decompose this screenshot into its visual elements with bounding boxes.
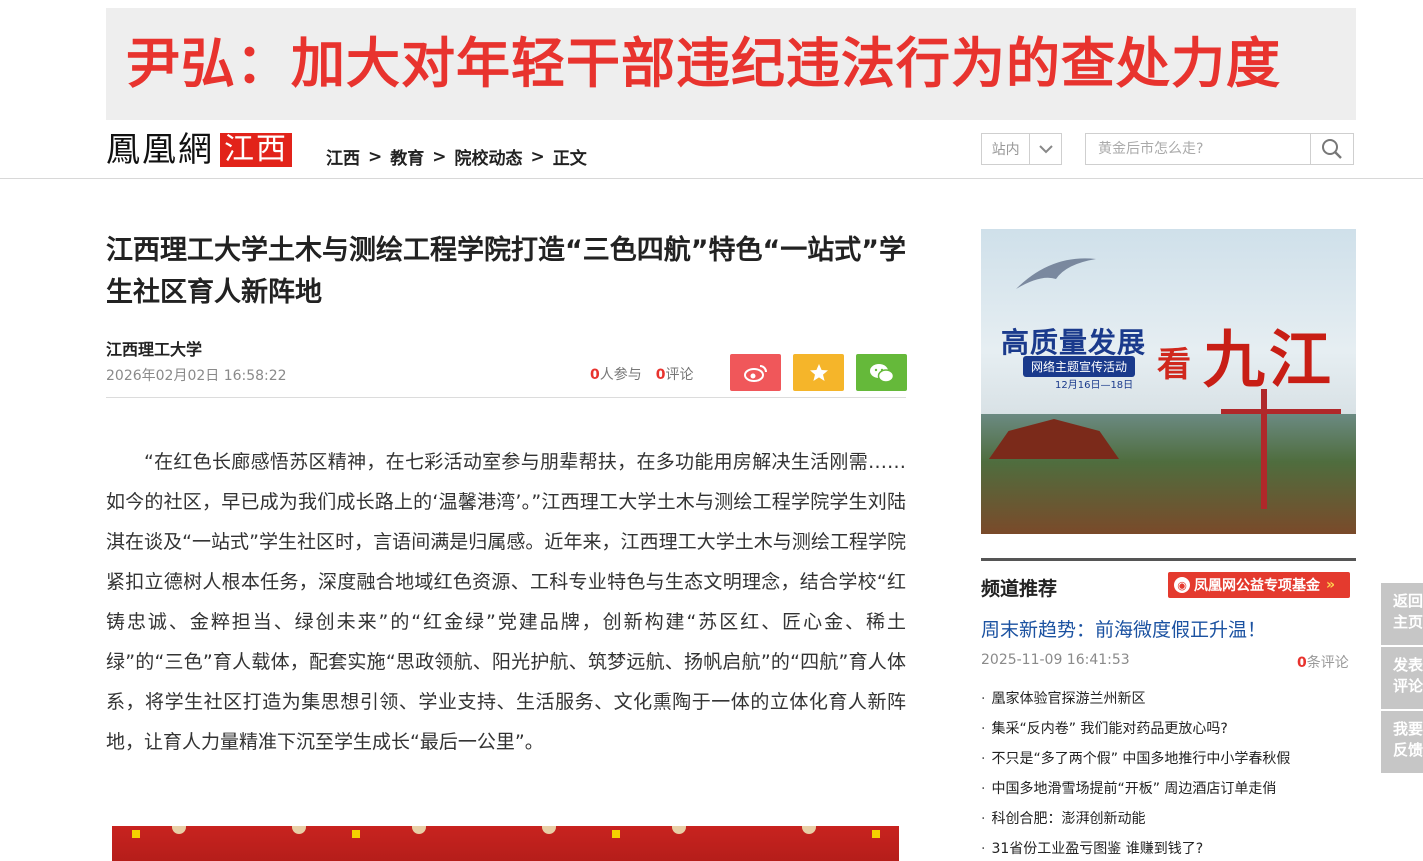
search-button[interactable] bbox=[1310, 134, 1353, 164]
article-datetime: 2026年02月02日 16:58:22 bbox=[106, 368, 287, 384]
site-logo[interactable]: 鳳凰網 江西 bbox=[106, 132, 292, 168]
list-item[interactable]: 中国多地滑雪场提前“开板” 周边酒店订单走俏 bbox=[981, 774, 1356, 804]
ad-dates: 12月16日—18日 bbox=[1055, 380, 1134, 391]
comments-label: 评论 bbox=[665, 367, 694, 383]
phoenix-icon: ◉ bbox=[1174, 577, 1190, 593]
wechat-icon bbox=[869, 363, 894, 383]
bird-illustration bbox=[1016, 258, 1096, 289]
feedback-button[interactable]: 我要反馈 bbox=[1381, 711, 1423, 773]
search-scope-label: 站内 bbox=[991, 142, 1020, 158]
charity-fund-badge[interactable]: ◉ 凤凰网公益专项基金 » bbox=[1168, 572, 1350, 598]
list-item[interactable]: 集采“反内卷” 我们能对药品更放心吗? bbox=[981, 714, 1356, 744]
banner-headline[interactable]: 尹弘：加大对年轻干部违纪违法行为的查处力度 bbox=[126, 34, 1281, 94]
list-item[interactable]: 凰家体验官探游兰州新区 bbox=[981, 684, 1356, 714]
article-stats: 0人参与 0评论 bbox=[590, 364, 694, 384]
list-item[interactable]: 科创合肥：澎湃创新动能 bbox=[981, 804, 1356, 834]
recommend-headline[interactable]: 周末新趋势：前海微度假正升温！ bbox=[981, 615, 1266, 642]
list-item[interactable]: 不只是“多了两个假” 中国多地推行中小学春秋假 bbox=[981, 744, 1356, 774]
top-banner-ad[interactable]: 尹弘：加大对年轻干部违纪违法行为的查处力度 bbox=[106, 8, 1356, 120]
ad-kan: 看 bbox=[1157, 345, 1191, 385]
share-wechat-button[interactable] bbox=[856, 354, 907, 391]
chevron-down-icon[interactable] bbox=[1029, 134, 1061, 164]
search-input[interactable] bbox=[1086, 135, 1310, 163]
logo-region: 江西 bbox=[220, 133, 292, 167]
article-photo bbox=[112, 826, 899, 861]
charity-fund-label: 凤凰网公益专项基金 bbox=[1194, 578, 1320, 594]
breadcrumb-education[interactable]: 教育 bbox=[390, 144, 424, 169]
breadcrumb-separator: > bbox=[530, 146, 545, 167]
recommend-comments-count: 0 bbox=[1297, 655, 1307, 671]
article: 江西理工大学土木与测绘工程学院打造“三色四航”特色“一站式”学生社区育人新阵地 … bbox=[106, 230, 907, 861]
list-item[interactable]: 31省份工业盈亏图鉴 谁赚到钱了? bbox=[981, 834, 1356, 861]
crane-illustration bbox=[1261, 389, 1267, 509]
participants-stat: 0人参与 bbox=[590, 364, 642, 384]
site-header: 鳳凰網 江西 江西 > 教育 > 院校动态 > 正文 站内 bbox=[0, 120, 1423, 179]
weibo-icon bbox=[743, 364, 767, 382]
chevron-right-icon: » bbox=[1326, 577, 1336, 593]
breadcrumb: 江西 > 教育 > 院校动态 > 正文 bbox=[326, 144, 587, 170]
recommend-comments-label: 条评论 bbox=[1306, 655, 1349, 671]
recommend-comments[interactable]: 0条评论 bbox=[1297, 652, 1349, 672]
section-title: 频道推荐 bbox=[981, 578, 1058, 600]
share-weibo-button[interactable] bbox=[730, 354, 781, 391]
logo-main: 鳳凰網 bbox=[106, 130, 214, 170]
star-icon bbox=[809, 363, 828, 381]
back-home-button[interactable]: 返回主页 bbox=[1381, 583, 1423, 645]
search-icon bbox=[1322, 139, 1342, 159]
search-box bbox=[1085, 133, 1354, 165]
comments-stat[interactable]: 0评论 bbox=[656, 364, 694, 384]
crane-arm-illustration bbox=[1221, 409, 1341, 414]
search-scope-select[interactable]: 站内 bbox=[981, 133, 1062, 165]
channel-recommend-header: 频道推荐 ◉ 凤凰网公益专项基金 » bbox=[981, 558, 1356, 602]
breadcrumb-current: 正文 bbox=[552, 149, 587, 169]
ad-title: 高质量发展 bbox=[1001, 326, 1147, 359]
participants-label: 人参与 bbox=[599, 367, 642, 383]
article-body: “在红色长廊感悟苏区精神，在七彩活动室参与朋辈帮扶，在多功能用房解决生活刚需……… bbox=[106, 451, 906, 753]
comments-count: 0 bbox=[655, 367, 666, 383]
post-comment-button[interactable]: 发表评论 bbox=[1381, 647, 1423, 709]
recommend-date: 2025-11-09 16:41:53 bbox=[981, 652, 1130, 668]
article-source: 江西理工大学 bbox=[106, 340, 203, 359]
breadcrumb-jiangxi[interactable]: 江西 bbox=[326, 144, 360, 169]
sidebar-ad-jiujiang[interactable]: 高质量发展 网络主题宣传活动 12月16日—18日 看 九江 bbox=[981, 229, 1356, 534]
ad-subtitle: 网络主题宣传活动 bbox=[1023, 356, 1136, 377]
article-meta: 江西理工大学 2026年02月02日 16:58:22 0人参与 0评论 bbox=[106, 334, 907, 398]
participants-count: 0 bbox=[590, 367, 600, 383]
breadcrumb-separator: > bbox=[432, 146, 447, 167]
recommend-list: 凰家体验官探游兰州新区 集采“反内卷” 我们能对药品更放心吗? 不只是“多了两个… bbox=[981, 684, 1356, 861]
breadcrumb-school-news[interactable]: 院校动态 bbox=[455, 144, 523, 169]
breadcrumb-separator: > bbox=[368, 146, 383, 167]
ad-place: 九江 bbox=[1203, 323, 1336, 396]
favorite-button[interactable] bbox=[793, 354, 844, 391]
article-title: 江西理工大学土木与测绘工程学院打造“三色四航”特色“一站式”学生社区育人新阵地 bbox=[106, 235, 906, 308]
